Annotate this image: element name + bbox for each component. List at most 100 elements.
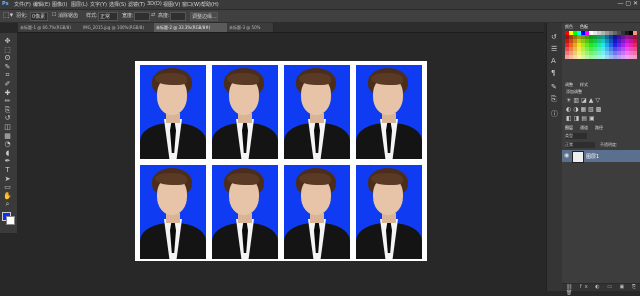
info-icon[interactable]: ⓘ [551, 109, 558, 119]
adjustment-icons-row-1[interactable]: ☀▥◪▲▽ [566, 97, 636, 104]
background-color-swatch[interactable] [6, 216, 15, 225]
tab-channels[interactable]: 通道 [580, 125, 588, 131]
feather-label: 羽化: [16, 13, 28, 19]
marquee-preset-icon[interactable]: ⬚▾ [3, 11, 13, 19]
crop-tool[interactable]: ⌗ [3, 71, 12, 79]
id-photo [212, 65, 278, 159]
id-photo [356, 65, 422, 159]
dodge-tool[interactable]: ◖ [3, 149, 12, 157]
history-icon[interactable]: ↺ [551, 33, 557, 41]
portrait-fringe [371, 173, 403, 185]
swap-icon[interactable]: ⇄ [151, 12, 155, 18]
antialias-label: 消除锯齿 [58, 13, 79, 19]
width-label: 宽度: [122, 13, 134, 19]
eyedropper-tool[interactable]: ✐ [3, 80, 12, 88]
tab-document-4[interactable]: 未标题-3 @ 50% [227, 23, 274, 32]
layer-name[interactable]: 图层1 [586, 153, 599, 160]
portrait-fringe [227, 73, 259, 85]
blur-tool[interactable]: ◔ [3, 140, 12, 148]
clone-stamp-tool[interactable]: ⎘ [3, 106, 12, 114]
path-select-tool[interactable]: ➤ [3, 175, 12, 183]
properties-icon[interactable]: ☰ [551, 45, 557, 53]
eraser-tool[interactable]: ◫ [3, 123, 12, 131]
menu-3d[interactable]: 3D(D) [147, 1, 162, 7]
lasso-tool[interactable]: ʘ [3, 54, 12, 62]
style-select[interactable]: 正常 [98, 12, 118, 21]
panel-icon-dock: ↺ ☰ A ¶ ✎ ⎘ ⓘ [546, 23, 563, 291]
menu-file[interactable]: 文件(F) [14, 1, 31, 8]
clone-source-icon[interactable]: ⎘ [551, 95, 557, 104]
menu-window[interactable]: 窗口(W) [182, 1, 201, 8]
gradient-tool[interactable]: ▦ [3, 132, 12, 140]
move-tool[interactable]: ✥ [3, 37, 12, 45]
layer-kind-filter[interactable]: 类型 [565, 133, 587, 139]
tab-document-3[interactable]: 未标题-2 @ 33.3%(RGB/8#) [154, 23, 229, 32]
menu-select[interactable]: 选择(S) [109, 1, 126, 8]
feather-input[interactable]: 0像素 [30, 12, 48, 21]
healing-tool[interactable]: ✚ [3, 89, 12, 97]
pen-tool[interactable]: ✒ [3, 157, 12, 165]
adjustment-icons-row-2[interactable]: ◐◑▦▧▩ [566, 106, 636, 113]
tab-document-2[interactable]: IMG_2015.jpg @ 100%(RGB/8) [81, 23, 156, 32]
blend-mode-select[interactable]: 正常 [565, 142, 595, 148]
tab-paths[interactable]: 路径 [595, 125, 603, 131]
tab-styles[interactable]: 样式 [580, 82, 588, 88]
height-label: 高度: [158, 13, 170, 19]
history-brush-tool[interactable]: ↺ [3, 114, 12, 122]
marquee-tool[interactable]: ⬚ [3, 46, 12, 54]
portrait-fringe [371, 73, 403, 85]
tab-layers[interactable]: 图层 [565, 125, 573, 131]
brush-tool[interactable]: ✏ [3, 97, 12, 105]
quick-select-tool[interactable]: ✎ [3, 63, 12, 71]
refine-edge-button[interactable]: 调整边缘... [190, 12, 218, 21]
adjustment-icons-row-3[interactable]: ◧◨▤▣ [566, 115, 636, 122]
layers-footer: ⛓ fx ◐ ▭ ▣ ⎘ 🗑 [562, 283, 640, 296]
paragraph-icon[interactable]: ¶ [551, 69, 555, 77]
eye-icon[interactable]: ◉ [564, 152, 569, 159]
tab-swatches[interactable]: 色板 [580, 24, 588, 30]
menu-type[interactable]: 文字(Y) [90, 1, 107, 8]
menu-filter[interactable]: 滤镜(T) [128, 1, 145, 8]
id-photo [212, 165, 278, 259]
document-tab-bar: 未标题-1 @ 66.7%(RGB/8) IMG_2015.jpg @ 100%… [18, 23, 544, 33]
swatch[interactable] [633, 55, 637, 59]
document-canvas[interactable] [135, 61, 427, 261]
layer-footer-icons[interactable]: ⛓ fx ◐ ▭ ▣ ⎘ 🗑 [566, 284, 640, 296]
opacity-label: 不透明度: [600, 142, 618, 147]
zoom-tool[interactable]: ⌕ [3, 200, 12, 208]
tab-color[interactable]: 颜色 [565, 24, 573, 30]
width-input[interactable] [134, 12, 150, 21]
layer-thumbnail [572, 151, 584, 163]
portrait-fringe [299, 173, 331, 185]
type-tool[interactable]: T [3, 166, 12, 174]
id-photo [284, 165, 350, 259]
menu-view[interactable]: 视图(V) [163, 1, 180, 8]
options-bar: ⬚▾ 羽化: 0像素 ☐ 消除锯齿 样式: 正常 宽度: ⇄ 高度: 调整边缘.… [0, 10, 640, 23]
menu-layer[interactable]: 图层(L) [71, 1, 88, 8]
character-icon[interactable]: A [551, 57, 556, 65]
portrait-fringe [299, 73, 331, 85]
style-label: 样式: [86, 13, 98, 19]
brush-panel-icon[interactable]: ✎ [551, 83, 557, 91]
menu-edit[interactable]: 编辑(E) [33, 1, 50, 8]
swatches-grid[interactable] [565, 31, 637, 61]
portrait-fringe [155, 73, 187, 85]
app-logo: Ps [2, 1, 9, 7]
hand-tool[interactable]: ✋ [3, 192, 12, 200]
id-photo [284, 65, 350, 159]
menu-help[interactable]: 帮助(H) [201, 1, 219, 8]
shape-tool[interactable]: ▭ [3, 183, 12, 191]
layer-row[interactable]: ◉ 图层1 [562, 150, 640, 163]
portrait-fringe [155, 173, 187, 185]
id-photo [140, 65, 206, 159]
toolbox: ✥ ⬚ ʘ ✎ ⌗ ✐ ✚ ✏ ⎘ ↺ ◫ ▦ ◔ ◖ ✒ T ➤ ▭ ✋ ⌕ [0, 33, 18, 233]
id-photo [140, 165, 206, 259]
menu-image[interactable]: 图像(I) [52, 1, 67, 8]
antialias-checkbox[interactable]: ☐ [52, 12, 56, 18]
add-adjustment-label: 添加调整 [566, 89, 582, 94]
height-input[interactable] [170, 12, 186, 21]
menu-bar: Ps 文件(F) 编辑(E) 图像(I) 图层(L) 文字(Y) 选择(S) 滤… [0, 0, 640, 10]
tab-document-1[interactable]: 未标题-1 @ 66.7%(RGB/8) [18, 23, 83, 32]
window-controls[interactable]: — ▢ ✕ [617, 0, 638, 7]
tab-adjustments[interactable]: 调整 [565, 82, 573, 88]
